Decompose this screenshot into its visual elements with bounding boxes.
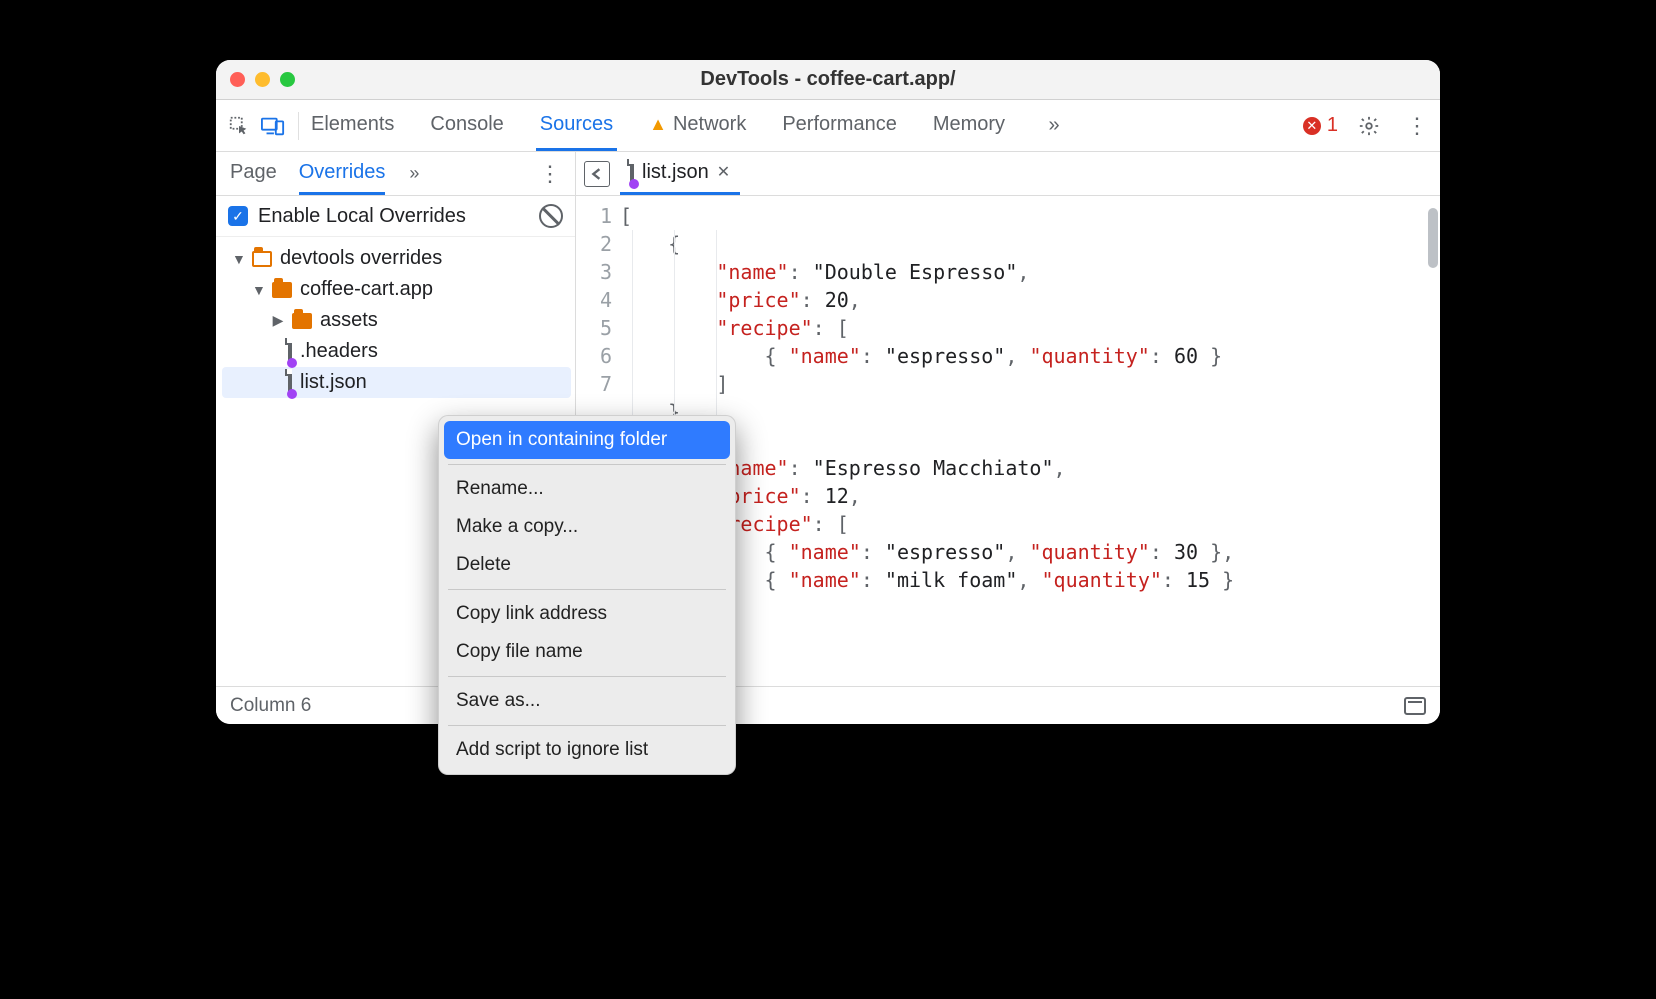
context-menu-separator [448, 676, 726, 677]
close-tab-icon[interactable]: ✕ [717, 162, 730, 182]
folder-icon [292, 313, 312, 329]
context-menu-separator [448, 589, 726, 590]
tree-folder-assets[interactable]: ▶ assets [222, 305, 571, 336]
subtab-page[interactable]: Page [230, 152, 277, 195]
toggle-drawer-icon[interactable] [1404, 697, 1426, 715]
navigator-tabs: Page Overrides » ⋮ [216, 152, 576, 195]
sources-body: ✓ Enable Local Overrides ▼ devtools over… [216, 196, 1440, 686]
window-title: DevTools - coffee-cart.app/ [216, 68, 1440, 91]
enable-overrides-checkbox[interactable]: ✓ [228, 206, 248, 226]
panel-tabs: Elements Console Sources ▲ Network Perfo… [307, 100, 1071, 151]
context-menu-separator [448, 464, 726, 465]
navigator-menu-icon[interactable]: ⋮ [539, 161, 561, 187]
inspect-icon[interactable] [222, 109, 256, 143]
scrollbar-thumb[interactable] [1428, 208, 1438, 268]
context-menu-separator [448, 725, 726, 726]
tab-sources[interactable]: Sources [536, 100, 617, 151]
error-count-badge[interactable]: ✕ 1 [1303, 114, 1338, 137]
subtab-overrides[interactable]: Overrides [299, 152, 386, 195]
file-tree: ▼ devtools overrides ▼ coffee-cart.app ▶… [216, 237, 575, 404]
tree-folder-root[interactable]: ▼ devtools overrides [222, 243, 571, 274]
error-icon: ✕ [1303, 117, 1321, 135]
context-menu-item[interactable]: Add script to ignore list [444, 731, 730, 769]
tree-folder-site[interactable]: ▼ coffee-cart.app [222, 274, 571, 305]
context-menu-item[interactable]: Make a copy... [444, 508, 730, 546]
kebab-menu-icon[interactable]: ⋮ [1400, 109, 1434, 143]
devtools-window: DevTools - coffee-cart.app/ Elements Con… [216, 60, 1440, 724]
tree-label: .headers [300, 340, 378, 363]
caret-down-icon: ▼ [252, 282, 264, 298]
context-menu[interactable]: Open in containing folder Rename...Make a… [438, 415, 736, 775]
sources-secondary-bar: Page Overrides » ⋮ list.json ✕ [216, 152, 1440, 196]
close-window-button[interactable] [230, 72, 245, 87]
tree-label: devtools overrides [280, 247, 442, 270]
file-icon [288, 340, 292, 363]
context-menu-item[interactable]: Rename... [444, 470, 730, 508]
toggle-navigator-icon[interactable] [584, 161, 610, 187]
settings-icon[interactable] [1352, 109, 1386, 143]
clear-overrides-icon[interactable] [539, 204, 563, 228]
code-lines[interactable]: [ { "name": "Double Espresso", "price": … [620, 202, 1440, 686]
tab-elements[interactable]: Elements [307, 100, 398, 151]
cursor-column: Column 6 [230, 695, 311, 717]
more-tabs-icon[interactable]: » [1037, 109, 1071, 143]
tab-memory[interactable]: Memory [929, 100, 1009, 151]
error-count: 1 [1327, 114, 1338, 137]
file-icon [630, 161, 634, 184]
folder-icon [272, 282, 292, 298]
more-subtabs-icon[interactable]: » [409, 163, 419, 184]
device-toggle-icon[interactable] [256, 109, 290, 143]
file-icon [288, 371, 292, 394]
context-menu-item[interactable]: Save as... [444, 682, 730, 720]
editor-tabbar: list.json ✕ [576, 152, 1440, 195]
tree-label: list.json [300, 371, 367, 394]
enable-overrides-label: Enable Local Overrides [258, 205, 466, 228]
tab-performance[interactable]: Performance [778, 100, 901, 151]
tree-file-listjson[interactable]: list.json [222, 367, 571, 398]
tab-network[interactable]: ▲ Network [645, 100, 750, 151]
file-tab-label: list.json [642, 161, 709, 184]
context-menu-item[interactable]: Copy file name [444, 633, 730, 671]
enable-overrides-row: ✓ Enable Local Overrides [216, 196, 575, 237]
caret-right-icon: ▶ [272, 312, 284, 329]
traffic-lights [230, 72, 295, 87]
zoom-window-button[interactable] [280, 72, 295, 87]
context-menu-item[interactable]: Open in containing folder [444, 421, 730, 459]
separator [298, 112, 299, 140]
context-menu-item[interactable]: Delete [444, 546, 730, 584]
main-toolbar: Elements Console Sources ▲ Network Perfo… [216, 100, 1440, 152]
tree-file-headers[interactable]: .headers [222, 336, 571, 367]
tab-network-label: Network [673, 113, 746, 136]
toolbar-right: ✕ 1 ⋮ [1303, 109, 1434, 143]
folder-icon [252, 251, 272, 267]
minimize-window-button[interactable] [255, 72, 270, 87]
context-menu-item[interactable]: Copy link address [444, 595, 730, 633]
tree-label: coffee-cart.app [300, 278, 433, 301]
status-bar: Column 6 [216, 686, 1440, 724]
tree-label: assets [320, 309, 378, 332]
window-titlebar: DevTools - coffee-cart.app/ [216, 60, 1440, 100]
tab-console[interactable]: Console [426, 100, 507, 151]
warning-icon: ▲ [649, 114, 667, 135]
file-tab-listjson[interactable]: list.json ✕ [620, 152, 740, 195]
caret-down-icon: ▼ [232, 251, 244, 267]
